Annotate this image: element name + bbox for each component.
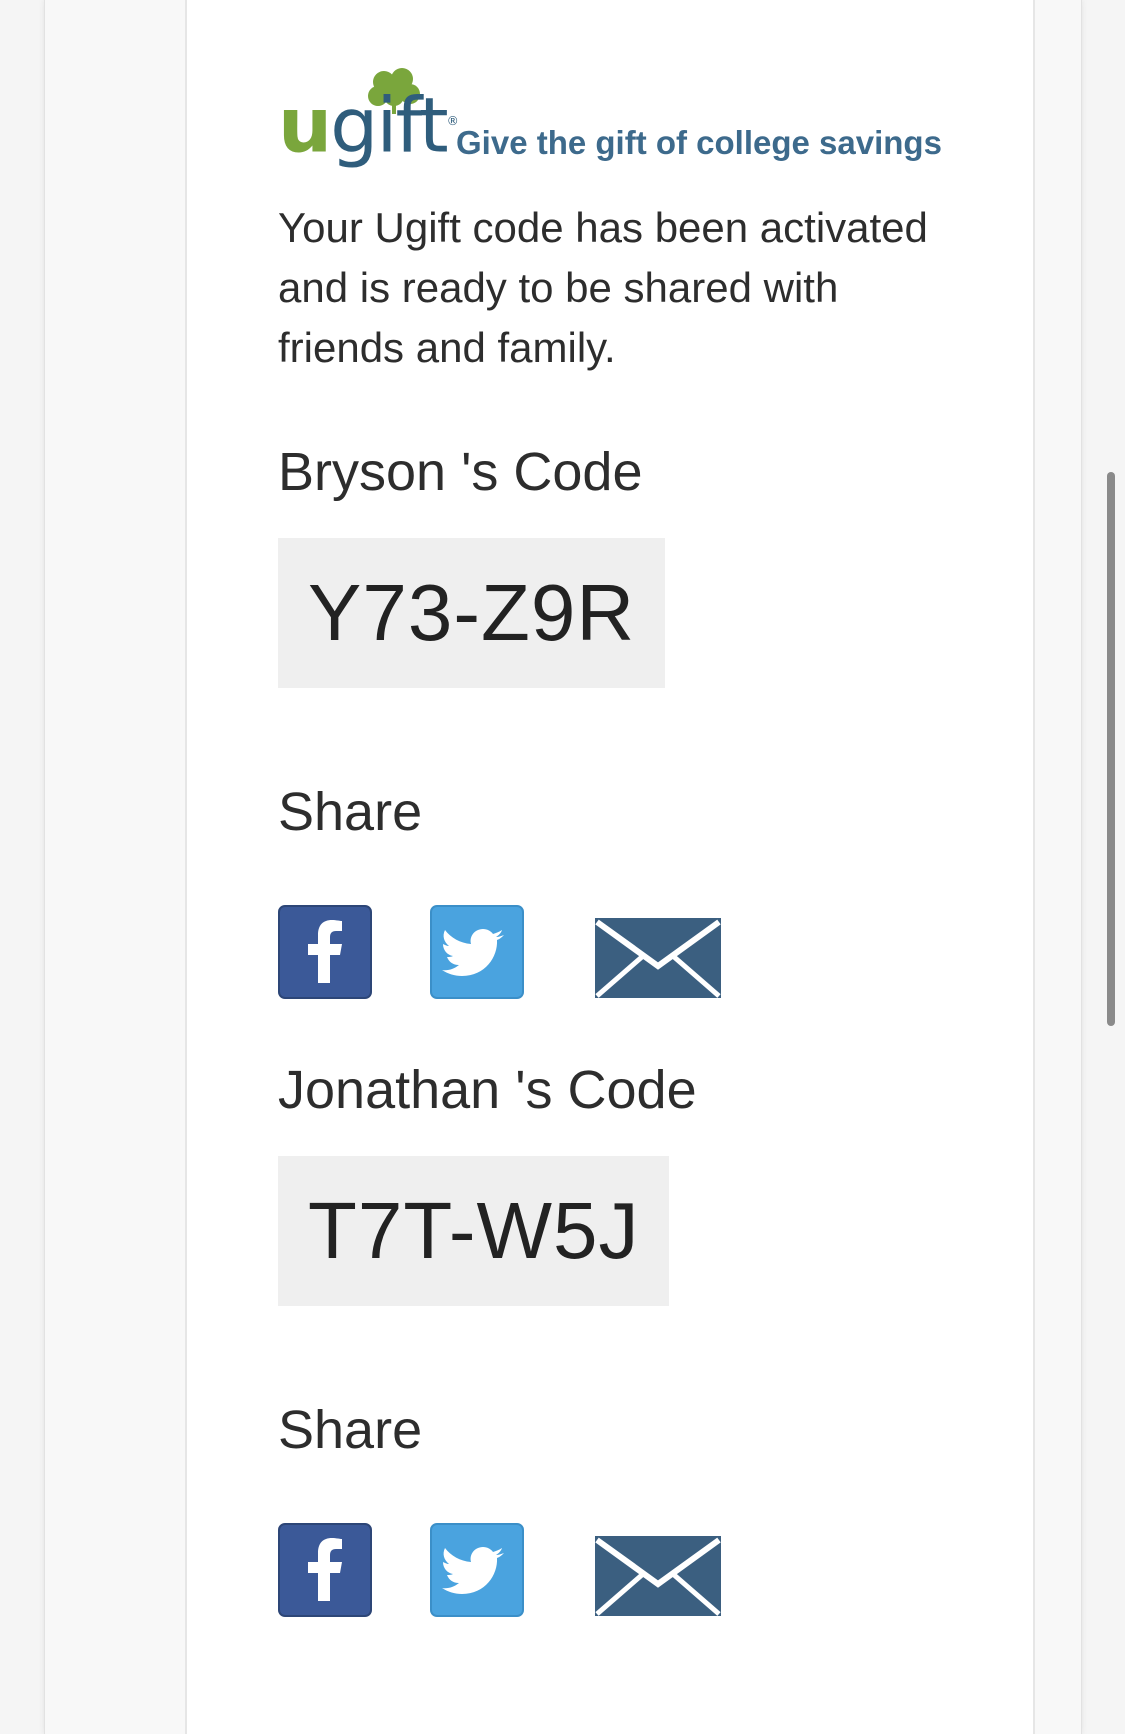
twitter-icon[interactable] [430, 905, 524, 999]
page-frame: ugift® Give the gift of college savings … [44, 0, 1082, 1734]
code-title-bryson: Bryson 's Code [278, 442, 643, 502]
share-label: Share [278, 1400, 423, 1460]
logo-letter-u: u [278, 80, 332, 170]
share-label: Share [278, 782, 423, 842]
email-icon[interactable] [593, 911, 723, 1005]
code-title-jonathan: Jonathan 's Code [278, 1060, 697, 1120]
logo-word-rest: gift [330, 80, 449, 170]
ugift-logo: ugift® Give the gift of college savings [278, 66, 958, 176]
email-icon[interactable] [593, 1529, 723, 1623]
facebook-icon[interactable] [278, 1523, 372, 1617]
scrollbar[interactable] [1107, 472, 1115, 1026]
twitter-icon[interactable] [430, 1523, 524, 1617]
share-icons-bryson [278, 905, 748, 1001]
code-value[interactable]: T7T-W5J [308, 1185, 639, 1277]
code-value[interactable]: Y73-Z9R [308, 567, 635, 659]
code-box-bryson[interactable]: Y73-Z9R [278, 538, 666, 688]
content-card: ugift® Give the gift of college savings … [185, 0, 1035, 1734]
logo-wordmark: ugift® [278, 66, 459, 176]
logo-tagline: Give the gift of college savings [456, 124, 942, 161]
facebook-icon[interactable] [278, 905, 372, 999]
share-icons-jonathan [278, 1523, 748, 1619]
code-box-jonathan[interactable]: T7T-W5J [278, 1156, 670, 1306]
activation-message: Your Ugift code has been activated and i… [278, 204, 928, 371]
